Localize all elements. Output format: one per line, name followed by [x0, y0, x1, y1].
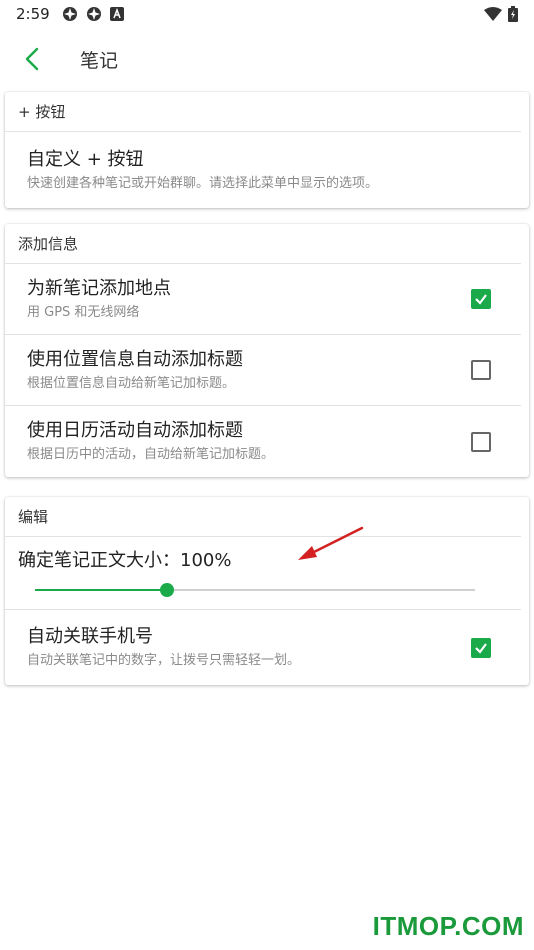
section-header: 添加信息	[5, 224, 521, 264]
customize-plus-button-item[interactable]: 自定义 + 按钮 快速创建各种笔记或开始群聊。请选择此菜单中显示的选项。	[5, 132, 521, 208]
status-time: 2:59	[16, 5, 50, 23]
auto-link-phone-item[interactable]: 自动关联手机号 自动关联笔记中的数字，让拨号只需轻轻一划。	[5, 610, 521, 685]
plus-button-section: + 按钮 自定义 + 按钮 快速创建各种笔记或开始群聊。请选择此菜单中显示的选项…	[5, 92, 529, 208]
status-icons-right	[484, 6, 518, 22]
font-size-slider[interactable]	[35, 583, 475, 597]
item-text: 自定义 + 按钮 快速创建各种笔记或开始群聊。请选择此菜单中显示的选项。	[27, 148, 511, 193]
location-title-item[interactable]: 使用位置信息自动添加标题 根据位置信息自动给新笔记加标题。	[5, 335, 521, 406]
item-subtitle: 根据日历中的活动，自动给新笔记加标题。	[27, 447, 275, 462]
app-notification-icon	[86, 7, 101, 21]
check-icon	[475, 294, 487, 305]
add-location-item[interactable]: 为新笔记添加地点 用 GPS 和无线网络	[5, 264, 521, 335]
font-size-setting: 确定笔记正文大小：100%	[5, 537, 521, 610]
watermark-logo: ITMOP.COM	[372, 911, 524, 941]
item-subtitle: 快速创建各种笔记或开始群聊。请选择此菜单中显示的选项。	[27, 175, 379, 191]
back-button[interactable]	[4, 36, 60, 82]
add-location-checkbox[interactable]	[471, 289, 491, 309]
slider-thumb[interactable]	[160, 583, 174, 597]
item-subtitle: 自动关联笔记中的数字，让拨号只需轻轻一划。	[27, 653, 301, 668]
status-bar: 2:59	[0, 0, 534, 28]
item-text: 自动关联手机号 自动关联笔记中的数字，让拨号只需轻轻一划。	[27, 625, 471, 670]
item-title: 使用日历活动自动添加标题	[27, 420, 243, 441]
item-subtitle: 用 GPS 和无线网络	[27, 304, 140, 320]
status-icons-left	[62, 6, 124, 22]
item-title: 为新笔记添加地点	[27, 277, 171, 299]
app-bar: 笔记	[0, 36, 534, 82]
add-info-section: 添加信息 为新笔记添加地点 用 GPS 和无线网络 使用位置信息自动添加标题 根…	[5, 224, 529, 477]
check-icon	[475, 642, 487, 654]
item-title: 使用位置信息自动添加标题	[27, 348, 243, 370]
chevron-left-icon	[25, 47, 39, 71]
location-title-checkbox[interactable]	[471, 360, 491, 380]
item-title: 自动关联手机号	[27, 626, 153, 647]
section-header: + 按钮	[5, 92, 521, 132]
app-notification-icon	[62, 7, 77, 21]
font-size-label: 确定笔记正文大小：100%	[18, 550, 232, 571]
item-subtitle: 根据位置信息自动给新笔记加标题。	[27, 375, 236, 391]
a-box-icon	[109, 7, 124, 21]
item-text: 为新笔记添加地点 用 GPS 和无线网络	[27, 277, 471, 322]
wifi-icon	[484, 7, 502, 21]
item-title: 自定义 + 按钮	[27, 148, 144, 170]
section-header: 编辑	[5, 497, 521, 537]
item-text: 使用日历活动自动添加标题 根据日历中的活动，自动给新笔记加标题。	[27, 419, 471, 464]
annotation-arrow-icon	[298, 526, 364, 560]
edit-section: 编辑 确定笔记正文大小：100% 自动关联手机号 自动关联笔记中的数字，让拨号只…	[5, 497, 529, 685]
calendar-title-item[interactable]: 使用日历活动自动添加标题 根据日历中的活动，自动给新笔记加标题。	[5, 406, 521, 477]
item-text: 使用位置信息自动添加标题 根据位置信息自动给新笔记加标题。	[27, 348, 471, 393]
notes-settings-screen: 2:59 笔记 + 按钮 自定义 + 按钮 快速创建各种笔记或开始群聊。请选择此…	[0, 0, 534, 950]
calendar-title-checkbox[interactable]	[471, 431, 491, 452]
auto-link-phone-checkbox[interactable]	[471, 637, 491, 658]
page-title: 笔记	[80, 49, 119, 72]
battery-icon	[508, 6, 518, 22]
slider-fill	[35, 589, 167, 591]
